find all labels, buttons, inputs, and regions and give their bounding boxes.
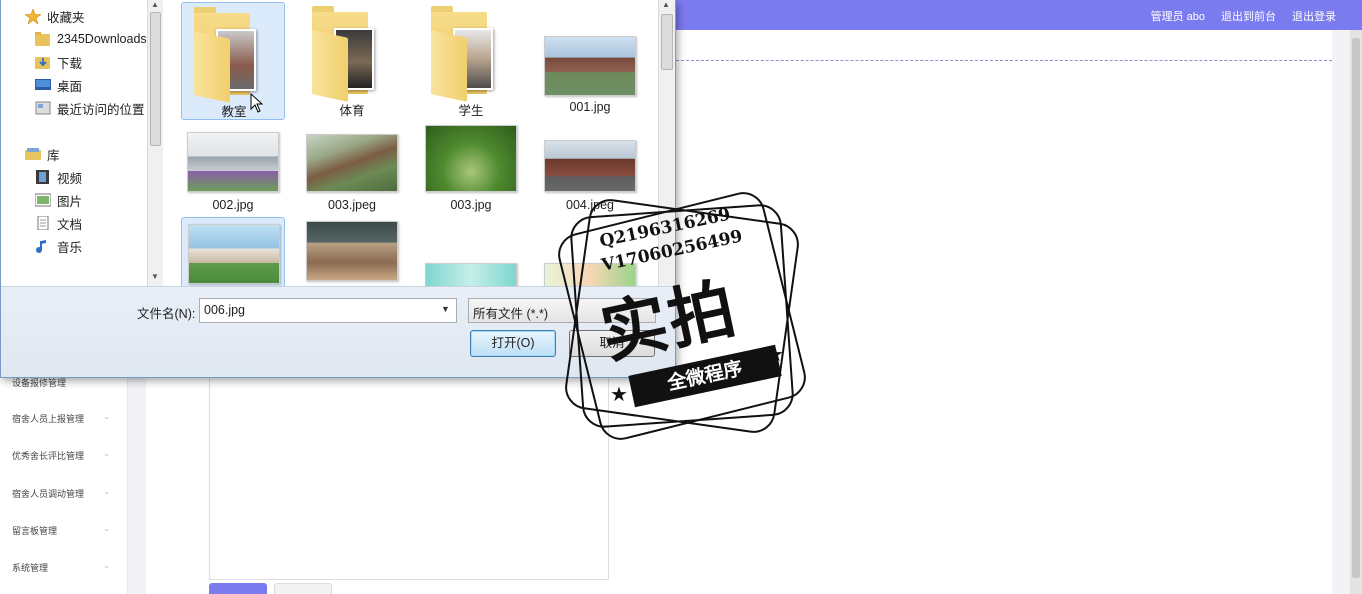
logout-link[interactable]: 退出登录 bbox=[1292, 8, 1336, 24]
watermark-stamp: Q2196316269 V17060256499 实拍 全微程序 ★ ★ bbox=[540, 176, 822, 452]
document-icon bbox=[35, 215, 51, 231]
submit-button[interactable] bbox=[209, 583, 267, 594]
star-icon bbox=[24, 8, 42, 25]
nav-item-downloads2345[interactable]: 2345Downloads bbox=[35, 29, 147, 49]
nav-item-label: 留言板管理 bbox=[12, 526, 58, 536]
image-thumbnail bbox=[306, 134, 398, 192]
admin-user-label: 管理员 abo bbox=[1150, 11, 1205, 23]
nav-item-label: 下载 bbox=[57, 56, 83, 71]
file-tile-image-selected[interactable] bbox=[181, 217, 285, 286]
nav-item-label: 宿舍人员上报管理 bbox=[12, 414, 85, 424]
nav-item-label: 桌面 bbox=[57, 79, 83, 94]
nav-favorites[interactable]: 收藏夹 bbox=[24, 6, 85, 26]
nav-item-downloads[interactable]: 下载 bbox=[35, 52, 82, 72]
library-icon bbox=[25, 147, 41, 161]
filename-input[interactable]: 006.jpg bbox=[199, 298, 457, 323]
image-thumbnail bbox=[425, 263, 517, 286]
download-folder-icon bbox=[35, 55, 51, 69]
folder-icon bbox=[194, 7, 260, 103]
scroll-up-arrow-icon[interactable]: ▲ bbox=[151, 0, 159, 9]
nav-item-report[interactable]: 宿舍人员上报管理 ⌄ bbox=[12, 412, 116, 425]
file-tile-label: 001.jpg bbox=[569, 100, 611, 114]
mouse-cursor-icon bbox=[250, 92, 264, 116]
recent-places-icon bbox=[35, 101, 51, 115]
nav-library-label: 库 bbox=[47, 148, 60, 163]
video-icon bbox=[35, 170, 51, 184]
file-tile-folder-classroom[interactable]: 教室 bbox=[181, 2, 285, 120]
page-scrollbar-thumb[interactable] bbox=[1352, 38, 1360, 578]
star-icon: ★ bbox=[766, 344, 784, 366]
scroll-down-arrow-icon[interactable]: ▼ bbox=[151, 272, 159, 281]
scroll-up-arrow-icon[interactable]: ▲ bbox=[662, 0, 670, 9]
file-tile-image-classroom[interactable] bbox=[300, 217, 404, 286]
nav-item-recent[interactable]: 最近访问的位置 bbox=[35, 98, 145, 118]
chevron-down-icon: ⌄ bbox=[103, 524, 110, 533]
music-icon bbox=[35, 239, 51, 253]
image-thumbnail bbox=[306, 221, 398, 281]
image-thumbnail bbox=[425, 125, 517, 192]
nav-item-label: 系统管理 bbox=[12, 563, 49, 573]
file-tile-label: 003.jpg bbox=[450, 198, 492, 212]
navigation-scrollbar-thumb[interactable] bbox=[150, 12, 161, 146]
nav-item-videos[interactable]: 视频 bbox=[35, 167, 82, 187]
nav-item-label: 文档 bbox=[57, 217, 83, 232]
nav-item-label: 设备报修管理 bbox=[12, 378, 67, 388]
exit-to-front-link[interactable]: 退出到前台 bbox=[1221, 8, 1276, 24]
nav-item-pictures[interactable]: 图片 bbox=[34, 190, 83, 210]
nav-favorites-label: 收藏夹 bbox=[47, 10, 85, 25]
file-tile-label: 体育 bbox=[339, 104, 365, 118]
navigation-scrollbar[interactable]: ▲ ▼ bbox=[147, 0, 163, 286]
nav-item-music[interactable]: 音乐 bbox=[35, 236, 82, 256]
nav-item-label: 图片 bbox=[57, 194, 83, 209]
file-tile-folder-sports[interactable]: 体育 bbox=[300, 2, 404, 120]
nav-item-label: 视频 bbox=[57, 171, 83, 186]
chevron-down-icon: ⌄ bbox=[103, 449, 110, 458]
nav-item-label: 2345Downloads bbox=[57, 32, 147, 46]
nav-item-label: 音乐 bbox=[57, 240, 83, 255]
folder-icon bbox=[431, 6, 497, 102]
chevron-down-icon: ⌄ bbox=[103, 412, 110, 421]
nav-item-evaluation[interactable]: 优秀舍长评比管理 ⌄ bbox=[12, 449, 116, 462]
nav-item-documents[interactable]: 文档 bbox=[35, 213, 82, 233]
file-tile-label: 003.jpeg bbox=[328, 198, 376, 212]
file-tile-label: 002.jpg bbox=[212, 198, 254, 212]
file-tile-label: 教室 bbox=[221, 105, 247, 119]
page-scrollbar[interactable] bbox=[1350, 30, 1362, 594]
picture-icon bbox=[34, 193, 52, 207]
chevron-down-icon: ⌄ bbox=[103, 561, 110, 570]
star-icon: ★ bbox=[610, 384, 628, 406]
file-tile-label: 学生 bbox=[458, 104, 484, 118]
nav-item-transfer[interactable]: 宿舍人员调动管理 ⌄ bbox=[12, 487, 116, 500]
file-list-scrollbar-thumb[interactable] bbox=[661, 14, 673, 70]
folder-icon bbox=[35, 32, 51, 46]
section-divider bbox=[676, 60, 1332, 61]
nav-item-system[interactable]: 系统管理 ⌄ bbox=[12, 561, 116, 574]
chevron-down-icon[interactable]: ▼ bbox=[441, 304, 450, 314]
image-thumbnail bbox=[544, 36, 636, 96]
folder-icon bbox=[312, 6, 378, 102]
nav-item-desktop[interactable]: 桌面 bbox=[35, 75, 82, 95]
nav-item-label: 最近访问的位置 bbox=[57, 102, 145, 117]
nav-item-label: 宿舍人员调动管理 bbox=[12, 489, 85, 499]
chevron-down-icon: ⌄ bbox=[103, 487, 110, 496]
top-bar-links: 管理员 abo 退出到前台 退出登录 bbox=[1151, 8, 1336, 24]
image-thumbnail bbox=[188, 224, 280, 284]
file-tile-folder-students[interactable]: 学生 bbox=[419, 2, 523, 120]
desktop-icon bbox=[35, 78, 51, 92]
file-tile-image-001[interactable]: 001.jpg bbox=[538, 2, 642, 120]
image-thumbnail bbox=[187, 132, 279, 192]
filename-label: 文件名(N): bbox=[137, 307, 196, 321]
nav-library[interactable]: 库 bbox=[25, 144, 60, 164]
reset-button[interactable] bbox=[274, 583, 332, 594]
nav-item-label: 优秀舍长评比管理 bbox=[12, 451, 85, 461]
file-tile-image-banner[interactable] bbox=[419, 217, 523, 286]
nav-item-messages[interactable]: 留言板管理 ⌄ bbox=[12, 524, 116, 537]
navigation-pane: 收藏夹 2345Downloads 下载 桌面 最近访问的位置 库 视频 图片 … bbox=[1, 0, 164, 286]
